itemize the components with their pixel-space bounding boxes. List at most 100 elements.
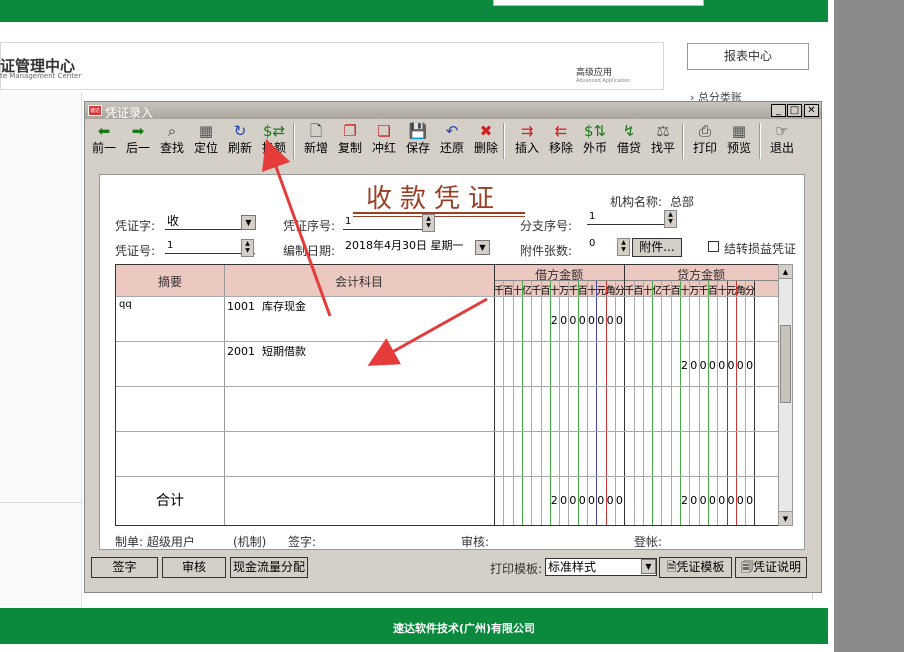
- total-debit-digit: 2: [550, 494, 558, 507]
- window-titlebar[interactable]: 速达 凭证录入 _ □ ✕: [85, 102, 821, 120]
- number-spinner-icon[interactable]: ▲ ▼: [241, 239, 254, 257]
- toolbar-button-1[interactable]: ⬅ 前一: [87, 121, 121, 161]
- debit-digit: 0: [606, 314, 614, 327]
- toolbar-button-11[interactable]: ↶ 还原: [435, 121, 469, 161]
- unit-label: 千: [568, 286, 579, 297]
- toolbar-button-14[interactable]: ⇇ 移除: [544, 121, 578, 161]
- scroll-thumb[interactable]: [780, 325, 791, 403]
- total-credit-digit: 0: [718, 494, 726, 507]
- date-field[interactable]: 2018年4月30日 星期一: [343, 238, 493, 254]
- account-cell[interactable]: 1001 库存现金: [227, 298, 306, 314]
- find-icon: ⌕: [167, 122, 177, 140]
- attachment-spinner-icon[interactable]: ▲ ▼: [617, 238, 630, 256]
- table-row[interactable]: [116, 296, 778, 341]
- minimize-icon[interactable]: _: [771, 104, 786, 117]
- voucher-seq-label: 凭证序号:: [283, 219, 336, 233]
- total-debit-digit: 0: [597, 494, 605, 507]
- debit-digit: 0: [597, 314, 605, 327]
- toolbar-label: 还原: [439, 141, 464, 155]
- template-dropdown-icon[interactable]: ▼: [641, 559, 656, 574]
- voucher-note-button[interactable]: 🗐凭证说明: [735, 557, 807, 578]
- toolbar-button-5[interactable]: ↻ 刷新: [223, 121, 257, 161]
- report-center-button[interactable]: 报表中心: [687, 43, 809, 70]
- advanced-app-link[interactable]: 高级应用: [576, 65, 612, 78]
- toolbar-label: 移除: [548, 141, 573, 155]
- attachment-count-field[interactable]: 0: [587, 236, 615, 252]
- toolbar-button-20[interactable]: ☞ 退出: [765, 121, 799, 161]
- close-icon[interactable]: ✕: [804, 104, 819, 117]
- voucher-template-button[interactable]: 🗎凭证模板: [659, 557, 732, 578]
- auditor-label: 审核:: [461, 535, 490, 549]
- toolbar-button-2[interactable]: ➡ 后一: [121, 121, 155, 161]
- credit-digit: 0: [690, 359, 698, 372]
- cashflow-button[interactable]: 现金流量分配: [230, 557, 308, 578]
- table-row[interactable]: [116, 386, 778, 431]
- sign-button[interactable]: 签字: [91, 557, 158, 578]
- divider: [0, 502, 83, 503]
- scroll-up-icon[interactable]: ▲: [779, 265, 792, 279]
- toolbar-button-7[interactable]: 🗋 新增: [299, 121, 333, 161]
- toolbar-label: 预览: [726, 141, 751, 155]
- desktop-edge-line: [828, 0, 834, 652]
- transfer-checkbox[interactable]: [708, 241, 719, 252]
- toolbar-button-12[interactable]: ✖ 删除: [469, 121, 503, 161]
- total-credit-digit: 0: [727, 494, 735, 507]
- left-panel: [0, 92, 82, 612]
- seq-spinner-icon[interactable]: ▲ ▼: [422, 214, 435, 232]
- toolbar-button-4[interactable]: ▦ 定位: [189, 121, 223, 161]
- toolbar-button-9[interactable]: ❏ 冲红: [367, 121, 401, 161]
- total-debit-digit: 0: [569, 494, 577, 507]
- summary-cell[interactable]: qq: [119, 299, 132, 310]
- toolbar-button-18[interactable]: ⎙ 打印: [688, 121, 722, 161]
- org-mode-label: (机制): [233, 535, 267, 549]
- org-value: 总部: [670, 195, 695, 209]
- top-search-box[interactable]: [493, 0, 704, 6]
- unit-label: 十: [642, 286, 653, 297]
- unit-label: 角: [605, 286, 616, 297]
- toolbar-button-17[interactable]: ⚖ 找平: [646, 121, 680, 161]
- attachment-button[interactable]: 附件...: [632, 238, 682, 257]
- exit-icon: ☞: [775, 122, 789, 140]
- credit-digit: 0: [746, 359, 754, 372]
- toolbar-label: 后一: [125, 141, 150, 155]
- entry-table: 摘要 会计科目 借方金额 贷方金额千百十亿千百十万千百十元角分千百十亿千百十万千百十元…: [115, 264, 779, 526]
- maximize-icon[interactable]: □: [787, 104, 802, 117]
- debit-digit: 0: [588, 314, 595, 327]
- account-cell[interactable]: 2001 短期借款: [227, 343, 306, 359]
- scroll-down-icon[interactable]: ▼: [779, 511, 792, 525]
- header-panel: [0, 42, 664, 90]
- table-row[interactable]: [116, 341, 778, 386]
- transfer-checkbox-label: 结转损益凭证: [724, 242, 797, 256]
- toolbar-label: 退出: [769, 141, 794, 155]
- table-row[interactable]: [116, 431, 778, 476]
- toolbar-label: 冲红: [371, 141, 396, 155]
- toolbar-label: 刷新: [227, 141, 252, 155]
- toolbar-label: 保存: [405, 141, 430, 155]
- delete-icon: ✖: [479, 122, 493, 140]
- credit-digit: 0: [708, 359, 716, 372]
- toolbar-button-10[interactable]: 💾 保存: [401, 121, 435, 161]
- toolbar-separator: [759, 123, 761, 159]
- date-value: 2018年4月30日: [345, 239, 427, 252]
- unit-label: 千: [624, 286, 635, 297]
- toolbar-button-19[interactable]: ▦ 预览: [722, 121, 756, 161]
- table-scrollbar[interactable]: ▲ ▼: [778, 264, 793, 526]
- toolbar-button-15[interactable]: $⇅ 外币: [578, 121, 612, 161]
- note-icon: 🗐: [740, 560, 753, 574]
- credit-digit: 2: [681, 359, 688, 372]
- unit-label: 千: [661, 286, 672, 297]
- unit-label: 千: [531, 286, 542, 297]
- debit-digit: 0: [569, 314, 577, 327]
- toolbar-button-13[interactable]: ⇉ 插入: [510, 121, 544, 161]
- chevron-down-icon[interactable]: ▼: [241, 215, 256, 230]
- unit-label: 百: [670, 286, 681, 297]
- branch-spinner-icon[interactable]: ▲ ▼: [664, 210, 677, 228]
- unit-label: 十: [512, 286, 523, 297]
- toolbar-button-3[interactable]: ⌕ 查找: [155, 121, 189, 161]
- toolbar-label: 新增: [303, 141, 328, 155]
- audit-button[interactable]: 审核: [162, 557, 226, 578]
- calendar-dropdown-icon[interactable]: ▼: [475, 240, 490, 255]
- toolbar-button-6[interactable]: $⇄ 换额: [257, 121, 291, 161]
- toolbar-button-16[interactable]: ↯ 借贷: [612, 121, 646, 161]
- toolbar-button-8[interactable]: ❐ 复制: [333, 121, 367, 161]
